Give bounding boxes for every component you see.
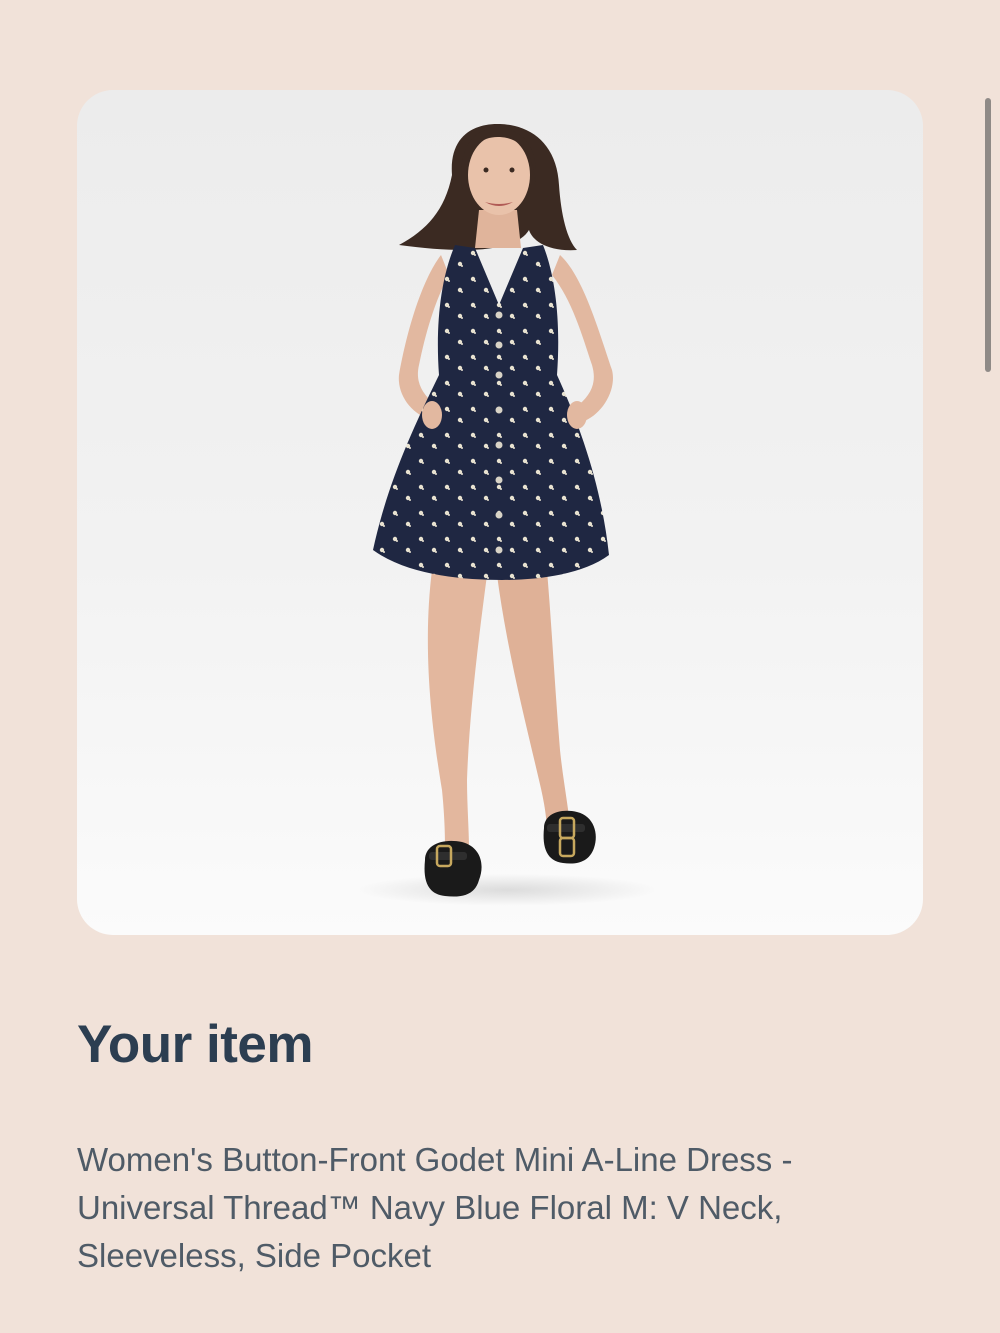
product-image-card[interactable]	[77, 90, 923, 935]
section-title: Your item	[77, 1015, 314, 1074]
scrollbar[interactable]	[985, 98, 991, 372]
product-image	[357, 123, 657, 906]
item-description: Women's Button-Front Godet Mini A-Line D…	[77, 1141, 793, 1274]
